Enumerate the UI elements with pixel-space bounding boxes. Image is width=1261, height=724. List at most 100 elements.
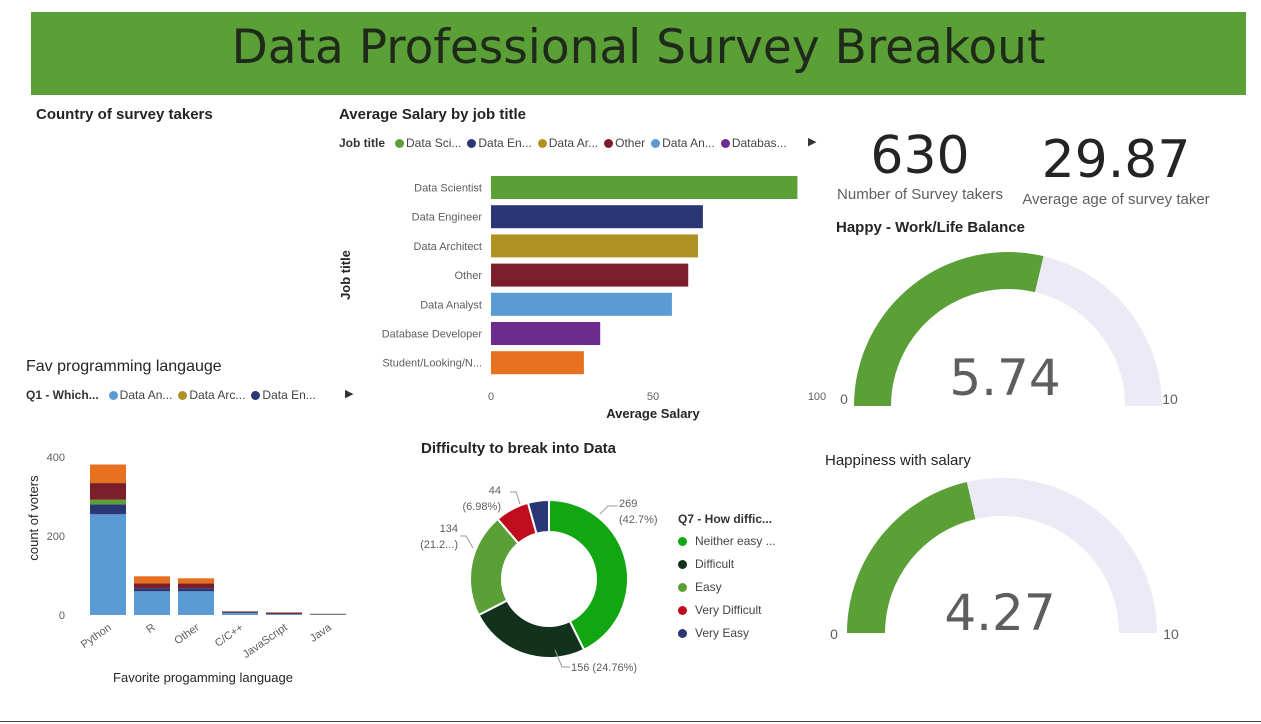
lang-bar-segment[interactable] xyxy=(90,483,126,500)
avg-age-label: Average age of survey taker xyxy=(1022,191,1210,208)
legend-label: Data En... xyxy=(262,388,316,402)
salary-tick: 100 xyxy=(808,391,826,403)
salary-bar[interactable] xyxy=(491,351,584,375)
salary-category-label: Data Analyst xyxy=(420,299,482,311)
lang-bar-segment[interactable] xyxy=(222,611,258,613)
lang-bar-segment[interactable] xyxy=(90,464,126,484)
donut-slice[interactable] xyxy=(477,599,586,659)
legend-label: Data An... xyxy=(662,136,715,150)
lang-bar-segment[interactable] xyxy=(178,588,214,592)
treemap-tile-united-kingdom[interactable]: United ... xyxy=(255,236,321,294)
legend-item[interactable]: Data Ar... xyxy=(537,136,598,150)
legend-dot xyxy=(395,139,405,149)
lang-bar-segment[interactable] xyxy=(222,612,258,614)
lang-bar-segment[interactable] xyxy=(134,591,170,615)
lang-bar-segment[interactable] xyxy=(90,514,126,615)
legend-dot xyxy=(537,139,547,149)
lang-bar-segment[interactable] xyxy=(90,499,126,505)
treemap-tile-united-states[interactable]: United States xyxy=(36,128,255,244)
donut-label: 156 (24.76%) xyxy=(571,662,637,674)
salary-legend: Job title Data Sci... Data En... Data Ar… xyxy=(339,136,787,150)
lang-bar-segment[interactable] xyxy=(178,583,214,589)
worklife-gauge-title: Happy - Work/Life Balance xyxy=(836,219,1025,236)
donut-label: 44 xyxy=(489,485,501,497)
salary-category-label: Data Architect xyxy=(414,241,482,253)
legend-item[interactable]: Very Difficult xyxy=(678,603,776,617)
lang-bar-segment[interactable] xyxy=(266,612,302,614)
lang-category-label: JavaScript xyxy=(241,622,290,661)
legend-dot xyxy=(178,391,188,401)
legend-item[interactable]: Data En... xyxy=(467,136,532,150)
legend-item[interactable]: Easy xyxy=(678,580,776,594)
leader-line xyxy=(460,535,474,549)
legend-dot xyxy=(678,559,687,569)
salary-bar[interactable] xyxy=(491,176,798,199)
legend-item[interactable]: Data En... xyxy=(251,388,316,402)
legend-next-arrow-icon[interactable]: ▶ xyxy=(345,387,353,400)
lang-category-label: R xyxy=(144,622,157,636)
treemap-tile-canada[interactable]: Canada xyxy=(255,294,321,342)
legend-item[interactable]: Databas... xyxy=(720,136,787,150)
salary-bar[interactable] xyxy=(491,205,703,229)
lang-bar-segment[interactable] xyxy=(134,576,170,584)
salary-bar[interactable] xyxy=(491,322,601,345)
donut-label: (6.98%) xyxy=(462,501,501,513)
lang-bar-segment[interactable] xyxy=(134,583,170,589)
salary-chart-title: Average Salary by job title xyxy=(339,106,527,123)
lang-bar-segment[interactable] xyxy=(134,588,170,592)
leader-line xyxy=(599,505,618,515)
salary-bar[interactable] xyxy=(491,263,689,287)
difficulty-donut-chart[interactable]: 269 (42.7%) 156 (24.76%) 134 (21.2...) 4… xyxy=(410,480,670,690)
salary-bar-chart[interactable]: Data Scientist Data Engineer Data Architec… xyxy=(330,160,830,425)
page-title: Data Professional Survey Breakout xyxy=(231,20,1046,75)
lang-bar-segment[interactable] xyxy=(178,591,214,615)
legend-dot xyxy=(467,139,477,149)
legend-label: Data En... xyxy=(478,136,532,150)
gauge-value: 4.27 xyxy=(944,584,1055,642)
country-treemap[interactable]: United States Other India United ... Can… xyxy=(36,128,321,342)
legend-title: Q1 - Which... xyxy=(26,388,99,402)
lang-bar-segment[interactable] xyxy=(266,613,302,615)
legend-next-arrow-icon[interactable]: ▶ xyxy=(808,135,816,148)
donut-label: (21.2...) xyxy=(420,539,458,551)
lang-ytick: 200 xyxy=(47,531,65,543)
salary-bar[interactable] xyxy=(491,292,672,316)
legend-item[interactable]: Very Easy xyxy=(678,626,776,640)
worklife-gauge[interactable]: 5.74 0 10 xyxy=(830,240,1190,415)
legend-item[interactable]: Neither easy ... xyxy=(678,534,776,548)
legend-dot xyxy=(604,139,614,149)
lang-bar-segment[interactable] xyxy=(222,613,258,615)
lang-bar-segment[interactable] xyxy=(178,578,214,584)
legend-title: Q7 - How diffic... xyxy=(678,512,773,526)
legend-label: Very Difficult xyxy=(695,603,762,617)
salary-bar[interactable] xyxy=(491,234,699,258)
treemap-tile-other[interactable]: Other xyxy=(36,244,255,342)
lang-bar-segment[interactable] xyxy=(90,504,126,515)
lang-stacked-bar-chart[interactable]: Python R Other C/C++JavaScript Java count of… xyxy=(20,430,360,690)
treemap-tile-india[interactable]: India xyxy=(255,128,321,236)
legend-item[interactable]: Data Arc... xyxy=(178,388,245,402)
tile-label: Canada xyxy=(261,301,307,316)
legend-item[interactable]: Data Sci... xyxy=(395,136,461,150)
legend-dot xyxy=(720,139,730,149)
salary-xlabel: Average Salary xyxy=(606,406,700,421)
legend-item[interactable]: Other xyxy=(604,136,645,150)
tile-label: United ... xyxy=(261,243,314,258)
legend-item[interactable]: Data An... xyxy=(651,136,715,150)
legend-label: Databas... xyxy=(731,136,787,150)
salary-gauge[interactable]: 4.27 0 10 xyxy=(820,475,1180,650)
lang-bar-segment[interactable] xyxy=(266,614,302,615)
bottom-divider xyxy=(0,721,1261,722)
legend-item[interactable]: Difficult xyxy=(678,557,776,571)
legend-label: Difficult xyxy=(695,557,735,571)
gauge-value: 5.74 xyxy=(949,349,1060,407)
avg-age-value: 29.87 xyxy=(1041,130,1191,190)
legend-label: Data An... xyxy=(119,388,173,402)
legend-dot xyxy=(678,605,687,615)
legend-item[interactable]: Data An... xyxy=(108,388,173,402)
tile-label: United States xyxy=(42,135,121,150)
lang-ytick: 0 xyxy=(59,610,65,622)
lang-xlabel: Favorite progamming language xyxy=(113,670,293,685)
donut-label: 269 xyxy=(619,498,637,510)
legend-label: Neither easy ... xyxy=(695,534,776,548)
